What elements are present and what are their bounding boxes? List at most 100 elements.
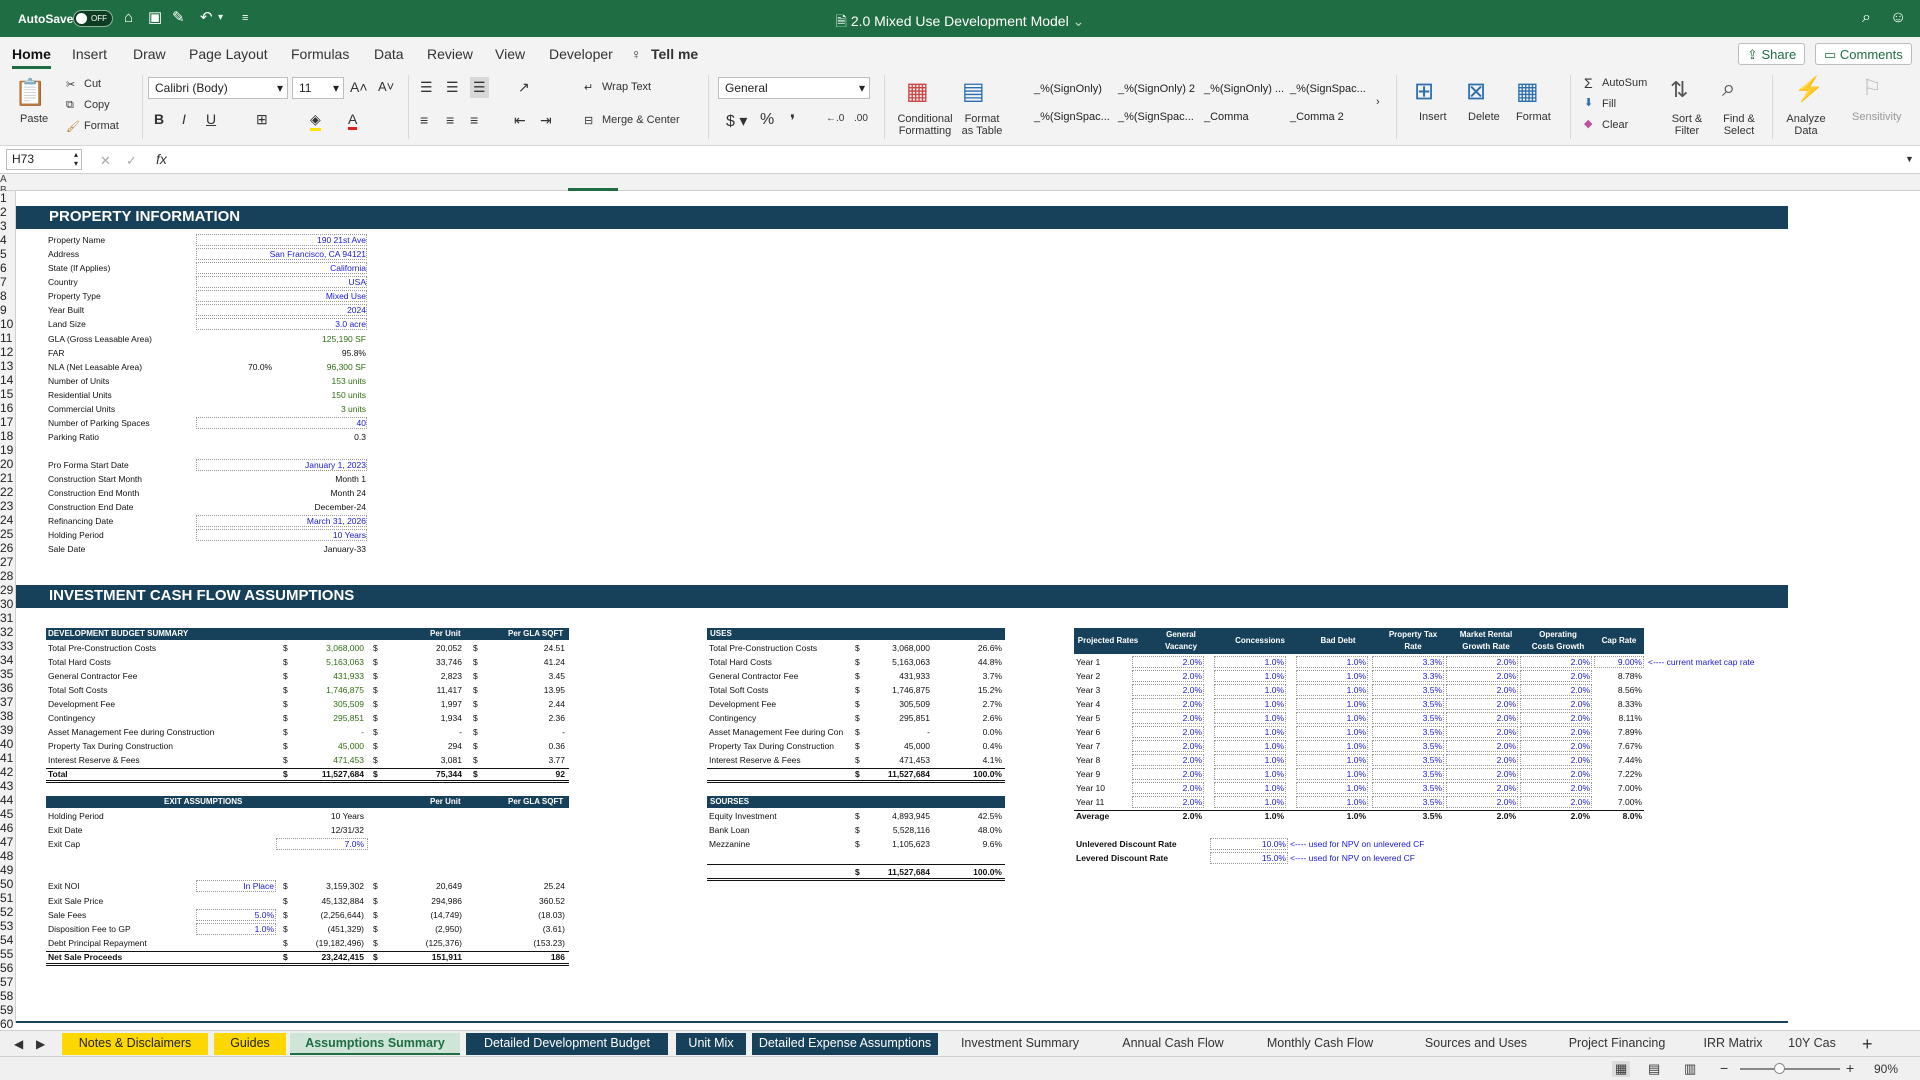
cut-icon[interactable]: ✂ xyxy=(66,78,75,91)
decrease-font-icon[interactable]: A˅ xyxy=(378,79,394,94)
row-header[interactable]: 54 xyxy=(0,933,15,947)
row-header[interactable]: 53 xyxy=(0,919,15,933)
column-header-a[interactable]: A xyxy=(0,174,1920,185)
page-break-icon[interactable]: ▥ xyxy=(1684,1061,1696,1077)
align-middle-icon[interactable]: ☰ xyxy=(446,79,459,96)
function-icon[interactable]: fx xyxy=(156,151,167,167)
row-header[interactable]: 44 xyxy=(0,793,15,807)
paste-label[interactable]: Paste xyxy=(20,113,48,125)
underline-icon[interactable]: U xyxy=(206,111,216,127)
row-header[interactable]: 12 xyxy=(0,345,15,359)
percent-icon[interactable]: % xyxy=(760,111,774,129)
decrease-decimal-icon[interactable]: .00 xyxy=(854,113,868,124)
align-right-icon[interactable]: ≡ xyxy=(470,112,478,128)
sheet-grid[interactable]: PROPERTY INFORMATION INVESTMENT CASH FLOW… xyxy=(16,191,1920,1023)
format-table-icon[interactable]: ▤ xyxy=(962,77,985,106)
copy-icon[interactable]: ⧉ xyxy=(66,99,74,112)
borders-icon[interactable]: ⊞ xyxy=(256,111,268,128)
align-bottom-icon[interactable]: ☰ xyxy=(470,77,489,98)
row-header[interactable]: 18 xyxy=(0,429,15,443)
find-icon[interactable]: ⌕ xyxy=(1722,75,1735,103)
row-header[interactable]: 32 xyxy=(0,625,15,639)
row-header[interactable]: 31 xyxy=(0,611,15,625)
format-as-table-button[interactable]: Format as Table xyxy=(954,113,1010,137)
fill-button[interactable]: Fill xyxy=(1602,98,1616,110)
find-select-button[interactable]: Find & Select xyxy=(1716,113,1762,137)
add-sheet-icon[interactable]: + xyxy=(1862,1034,1873,1055)
font-size-select[interactable]: 11 ▾ xyxy=(292,77,344,99)
copy-label[interactable]: Copy xyxy=(84,99,110,111)
tab-page-layout[interactable]: Page Layout xyxy=(189,46,268,62)
align-top-icon[interactable]: ☰ xyxy=(420,79,433,96)
row-header[interactable]: 19 xyxy=(0,443,15,457)
row-header[interactable]: 1 xyxy=(0,191,15,205)
row-header[interactable]: 2 xyxy=(0,205,15,219)
row-header[interactable]: 38 xyxy=(0,709,15,723)
row-header[interactable]: 24 xyxy=(0,513,15,527)
style-cell[interactable]: _%(SignOnly) ... xyxy=(1204,83,1284,95)
next-sheet-icon[interactable]: ▶ xyxy=(36,1037,45,1051)
fill-color-icon[interactable]: ◈ xyxy=(310,111,321,131)
row-header[interactable]: 55 xyxy=(0,947,15,961)
row-header[interactable]: 23 xyxy=(0,499,15,513)
sheet-tab[interactable]: IRR Matrix xyxy=(1688,1033,1778,1055)
row-header[interactable]: 50 xyxy=(0,877,15,891)
zoom-level[interactable]: 90% xyxy=(1874,1062,1898,1076)
row-header[interactable]: 37 xyxy=(0,695,15,709)
delete-button[interactable]: Delete xyxy=(1468,111,1500,123)
sheet-tab[interactable]: Assumptions Summary xyxy=(290,1033,460,1055)
increase-indent-icon[interactable]: ⇥ xyxy=(540,112,552,129)
tab-developer[interactable]: Developer xyxy=(549,46,613,62)
row-header[interactable]: 7 xyxy=(0,275,15,289)
sheet-tab[interactable]: Investment Summary xyxy=(945,1033,1095,1055)
align-center-icon[interactable]: ≡ xyxy=(446,112,454,128)
format-button[interactable]: Format xyxy=(1516,111,1551,123)
row-header[interactable]: 28 xyxy=(0,569,15,583)
merge-center-button[interactable]: Merge & Center xyxy=(602,114,680,126)
row-header[interactable]: 3 xyxy=(0,219,15,233)
format-cells-icon[interactable]: ▦ xyxy=(1516,77,1539,106)
comments-button[interactable]: ▭ Comments xyxy=(1815,43,1912,65)
row-header[interactable]: 22 xyxy=(0,485,15,499)
eraser-icon[interactable]: ◆ xyxy=(1584,117,1592,130)
row-header[interactable]: 25 xyxy=(0,527,15,541)
row-header[interactable]: 5 xyxy=(0,247,15,261)
row-header[interactable]: 15 xyxy=(0,387,15,401)
share-button[interactable]: ⇪ Share xyxy=(1738,43,1806,65)
analyze-data-icon[interactable]: ⚡ xyxy=(1794,75,1824,104)
style-cell[interactable]: _%(SignOnly) xyxy=(1034,83,1102,95)
insert-button[interactable]: Insert xyxy=(1419,111,1447,123)
row-header[interactable]: 45 xyxy=(0,807,15,821)
delete-cells-icon[interactable]: ⊠ xyxy=(1466,77,1486,106)
row-header[interactable]: 46 xyxy=(0,821,15,835)
conditional-formatting-button[interactable]: Conditional Formatting xyxy=(890,113,960,137)
row-header[interactable]: 51 xyxy=(0,891,15,905)
number-format-select[interactable]: General ▾ xyxy=(718,77,870,99)
row-header[interactable]: 16 xyxy=(0,401,15,415)
row-header[interactable]: 30 xyxy=(0,597,15,611)
row-header[interactable]: 14 xyxy=(0,373,15,387)
style-cell[interactable]: _%(SignOnly) 2 xyxy=(1118,83,1195,95)
row-header[interactable]: 39 xyxy=(0,723,15,737)
row-header[interactable]: 17 xyxy=(0,415,15,429)
row-header[interactable]: 33 xyxy=(0,639,15,653)
sheet-tab[interactable]: 10Y Cas xyxy=(1784,1033,1840,1055)
sheet-tab[interactable]: Detailed Development Budget xyxy=(466,1033,668,1055)
row-header[interactable]: 34 xyxy=(0,653,15,667)
row-header[interactable]: 56 xyxy=(0,961,15,975)
row-header[interactable]: 4 xyxy=(0,233,15,247)
align-left-icon[interactable]: ≡ xyxy=(420,112,428,128)
style-cell[interactable]: _%(SignSpac... xyxy=(1290,83,1366,95)
autosum-button[interactable]: AutoSum xyxy=(1602,77,1647,89)
zoom-in-icon[interactable]: + xyxy=(1846,1060,1854,1076)
row-header[interactable]: 59 xyxy=(0,1003,15,1017)
clear-button[interactable]: Clear xyxy=(1602,119,1628,131)
style-cell[interactable]: _Comma xyxy=(1204,111,1249,123)
sort-filter-button[interactable]: Sort & Filter xyxy=(1664,113,1710,137)
name-box[interactable]: H73 ▴ ▾ xyxy=(6,149,82,170)
page-layout-icon[interactable]: ▤ xyxy=(1648,1061,1660,1077)
style-cell[interactable]: _Comma 2 xyxy=(1290,111,1344,123)
insert-cells-icon[interactable]: ⊞ xyxy=(1414,77,1434,106)
tab-review[interactable]: Review xyxy=(427,46,473,62)
zoom-slider[interactable] xyxy=(1740,1063,1840,1074)
